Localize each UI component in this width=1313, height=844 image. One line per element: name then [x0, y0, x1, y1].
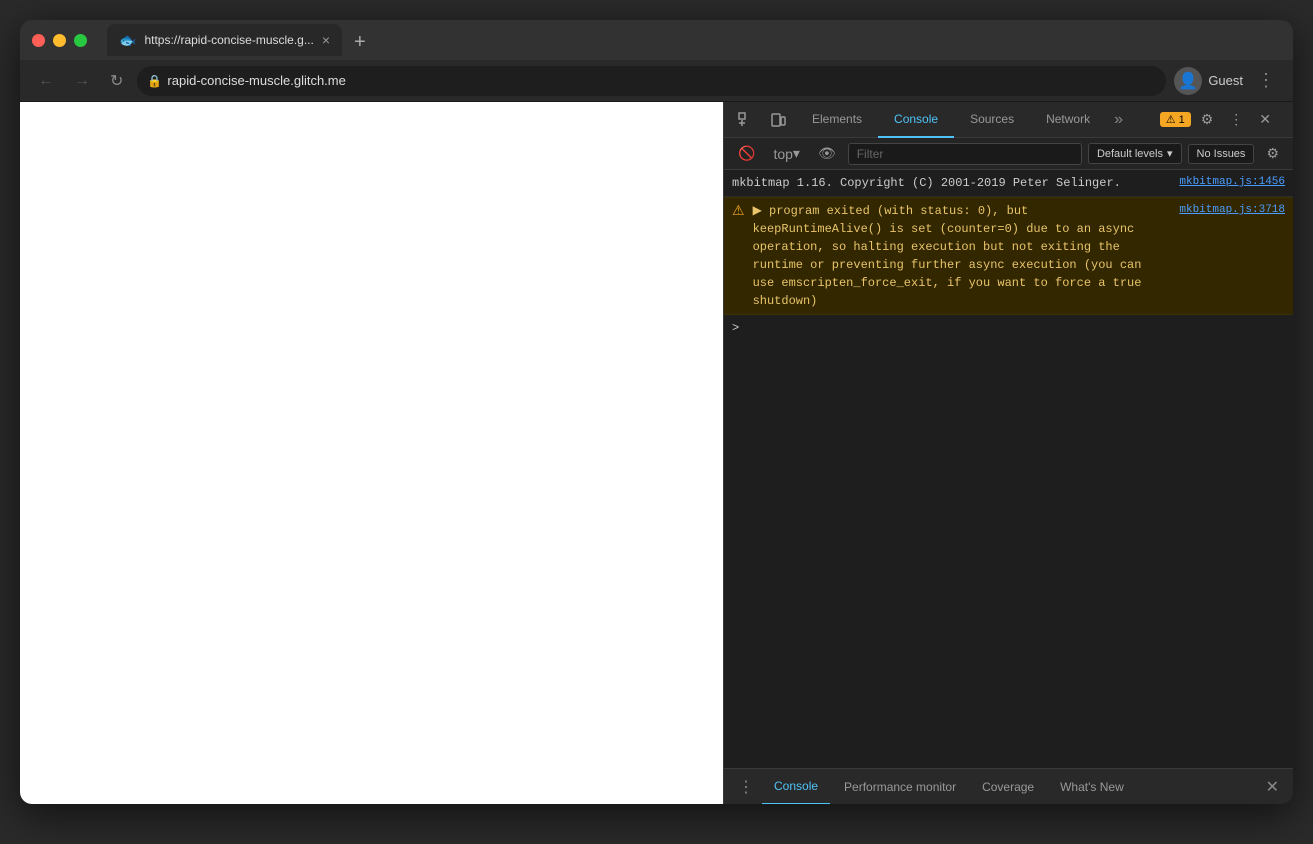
- console-clear-button[interactable]: 🚫: [732, 141, 761, 166]
- devtools-panel: Elements Console Sources Network » ⚠: [723, 102, 1293, 804]
- bottom-tab-whats-new-label: What's New: [1060, 780, 1124, 794]
- devtools-more-button[interactable]: ⋮: [1223, 107, 1249, 132]
- address-bar: ← → ↻ 🔒 👤 Guest ⋮: [20, 60, 1293, 102]
- console-prompt[interactable]: >: [724, 315, 1293, 341]
- warning-triangle-icon: ⚠: [732, 202, 745, 223]
- profile-icon-symbol: 👤: [1178, 71, 1198, 91]
- devtools-tabs-more[interactable]: »: [1106, 111, 1131, 129]
- window-controls: [32, 34, 87, 47]
- console-input[interactable]: [745, 321, 1285, 335]
- default-levels-button[interactable]: Default levels ▾: [1088, 143, 1182, 164]
- console-line-0-text: mkbitmap 1.16. Copyright (C) 2001-2019 P…: [732, 174, 1163, 192]
- tab-close-button[interactable]: ×: [322, 32, 330, 48]
- console-settings-button[interactable]: ⚙: [1260, 141, 1285, 166]
- console-output: mkbitmap 1.16. Copyright (C) 2001-2019 P…: [724, 170, 1293, 768]
- tab-network[interactable]: Network: [1030, 102, 1106, 138]
- device-toggle-button[interactable]: [764, 108, 792, 132]
- console-eye-button[interactable]: 👁: [812, 141, 842, 166]
- title-bar: 🐟 https://rapid-concise-muscle.g... × +: [20, 20, 1293, 60]
- profile-area: 👤 Guest: [1174, 67, 1243, 95]
- tab-console-label: Console: [894, 112, 938, 126]
- browser-tab[interactable]: 🐟 https://rapid-concise-muscle.g... ×: [107, 24, 342, 56]
- devtools-close-button[interactable]: ✕: [1253, 107, 1277, 132]
- warning-badge[interactable]: ⚠ 1: [1160, 112, 1191, 127]
- bottom-tab-perf[interactable]: Performance monitor: [832, 769, 968, 805]
- devtools-bottom-bar: ⋮ Console Performance monitor Coverage W…: [724, 768, 1293, 804]
- default-levels-label: Default levels: [1097, 148, 1163, 160]
- tab-console[interactable]: Console: [878, 102, 954, 138]
- tab-network-label: Network: [1046, 112, 1090, 126]
- profile-avatar[interactable]: 👤: [1174, 67, 1202, 95]
- tab-title: https://rapid-concise-muscle.g...: [144, 33, 313, 47]
- prompt-arrow-icon: >: [732, 321, 739, 335]
- tab-elements-label: Elements: [812, 112, 862, 126]
- bottom-tab-console[interactable]: Console: [762, 769, 830, 805]
- refresh-button[interactable]: ↻: [104, 67, 129, 95]
- profile-label: Guest: [1208, 73, 1243, 88]
- console-line-0: mkbitmap 1.16. Copyright (C) 2001-2019 P…: [724, 170, 1293, 197]
- tab-sources[interactable]: Sources: [954, 102, 1030, 138]
- tab-favicon-icon: 🐟: [119, 32, 136, 49]
- main-content: Elements Console Sources Network » ⚠: [20, 102, 1293, 804]
- console-top-button[interactable]: top ▾: [767, 141, 806, 166]
- no-issues-label: No Issues: [1197, 148, 1246, 160]
- tab-elements[interactable]: Elements: [796, 102, 878, 138]
- bottom-tab-perf-label: Performance monitor: [844, 780, 956, 794]
- bottom-tab-coverage-label: Coverage: [982, 780, 1034, 794]
- url-input[interactable]: [137, 66, 1166, 96]
- webpage-content: [20, 102, 723, 804]
- devtools-settings-button[interactable]: ⚙: [1195, 107, 1220, 132]
- warning-count: 1: [1179, 114, 1185, 126]
- devtools-toolbar: Elements Console Sources Network » ⚠: [724, 102, 1293, 138]
- console-line-1-source[interactable]: mkbitmap.js:3718: [1171, 202, 1285, 219]
- new-tab-button[interactable]: +: [346, 28, 374, 56]
- console-line-1-text: ▶ program exited (with status: 0), but k…: [753, 202, 1164, 310]
- console-line-0-source[interactable]: mkbitmap.js:1456: [1171, 174, 1285, 191]
- bottom-bar-close-button[interactable]: ✕: [1260, 773, 1285, 801]
- console-toolbar: 🚫 top ▾ 👁 Default levels ▾ No Issues ⚙: [724, 138, 1293, 170]
- back-button[interactable]: ←: [32, 68, 60, 94]
- tab-sources-label: Sources: [970, 112, 1014, 126]
- close-window-button[interactable]: [32, 34, 45, 47]
- devtools-actions: ⚠ 1 ⚙ ⋮ ✕: [1160, 107, 1285, 132]
- bottom-tab-whats-new[interactable]: What's New: [1048, 769, 1136, 805]
- console-context-label: top: [773, 146, 792, 162]
- no-issues-button[interactable]: No Issues: [1188, 144, 1255, 164]
- bottom-drawer-icon[interactable]: ⋮: [732, 777, 760, 797]
- console-line-1: ⚠ ▶ program exited (with status: 0), but…: [724, 197, 1293, 315]
- forward-button[interactable]: →: [68, 68, 96, 94]
- lock-icon: 🔒: [147, 74, 162, 88]
- minimize-window-button[interactable]: [53, 34, 66, 47]
- browser-window: 🐟 https://rapid-concise-muscle.g... × + …: [20, 20, 1293, 804]
- url-container: 🔒: [137, 66, 1166, 96]
- browser-more-button[interactable]: ⋮: [1251, 68, 1281, 93]
- tab-bar: 🐟 https://rapid-concise-muscle.g... × +: [107, 24, 1281, 56]
- element-picker-button[interactable]: [732, 108, 760, 132]
- bottom-tab-console-label: Console: [774, 779, 818, 793]
- bottom-tab-coverage[interactable]: Coverage: [970, 769, 1046, 805]
- warning-icon: ⚠: [1166, 113, 1176, 126]
- maximize-window-button[interactable]: [74, 34, 87, 47]
- console-filter-input[interactable]: [848, 143, 1082, 165]
